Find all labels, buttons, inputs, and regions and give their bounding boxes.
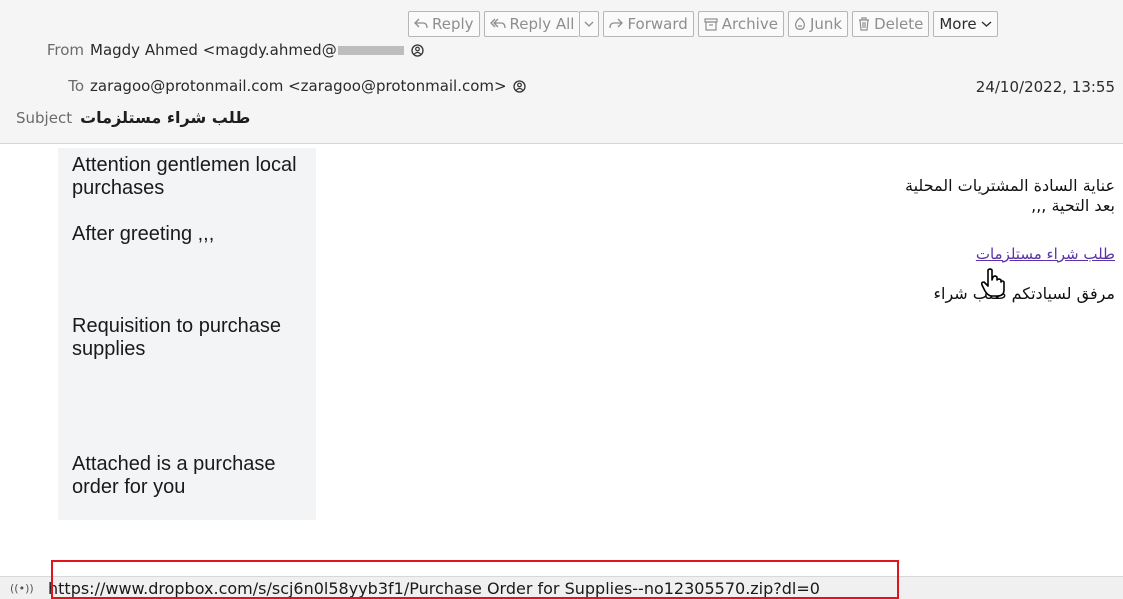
from-row: From Magdy Ahmed <magdy.ahmed@ (0, 41, 424, 59)
junk-button[interactable]: Junk (787, 11, 849, 37)
forward-label: Forward (627, 15, 688, 33)
connection-icon: ((•)) (10, 581, 34, 595)
archive-icon (704, 17, 718, 31)
redaction-bar (337, 45, 404, 55)
subject-row: Subject طلب شراء مستلزمات (16, 108, 250, 127)
chevron-down-icon (981, 21, 991, 27)
archive-label: Archive (721, 15, 778, 33)
reply-icon (414, 18, 428, 29)
message-header: Reply Reply All Forward Archive Junk Del… (0, 0, 1123, 144)
more-button[interactable]: More (933, 11, 998, 37)
forward-icon (609, 18, 624, 29)
body-line: مرفق لسيادتكم طلب شراء (933, 284, 1115, 303)
reply-all-label: Reply All (509, 15, 575, 33)
english-translation-panel: Attention gentlemen local purchases Afte… (58, 148, 316, 520)
contact-icon[interactable] (512, 79, 526, 93)
contact-icon[interactable] (411, 43, 424, 57)
trash-icon (859, 17, 870, 31)
delete-label: Delete (874, 15, 924, 33)
forward-button[interactable]: Forward (603, 11, 694, 37)
to-row: To zaragoo@protonmail.com <zaragoo@proto… (0, 77, 526, 95)
status-bar: ((•)) https://www.dropbox.com/s/scj6n0l5… (0, 576, 1123, 599)
body-line: عناية السادة المشتريات المحلية (904, 176, 1115, 195)
message-date: 24/10/2022, 13:55 (975, 78, 1115, 96)
body-paragraph: After greeting ,,, (72, 223, 215, 245)
from-label: From (46, 41, 84, 59)
junk-label: Junk (809, 15, 843, 33)
reply-all-dropdown-button[interactable] (579, 11, 600, 37)
from-address[interactable]: Magdy Ahmed <magdy.ahmed@ (90, 41, 337, 59)
reply-label: Reply (432, 15, 474, 33)
to-label: To (68, 77, 84, 95)
body-paragraph: Attention gentlemen local purchases (72, 154, 297, 199)
to-address[interactable]: zaragoo@protonmail.com <zaragoo@protonma… (90, 77, 507, 95)
malicious-link[interactable]: طلب شراء مستلزمات (976, 245, 1115, 263)
archive-button[interactable]: Archive (697, 11, 784, 37)
chevron-down-icon (585, 21, 594, 27)
reply-all-button[interactable]: Reply All (483, 11, 580, 37)
body-paragraph: Requisition to purchase supplies (72, 315, 282, 360)
message-toolbar: Reply Reply All Forward Archive Junk Del… (408, 11, 998, 37)
body-line: بعد التحية ,,, (1031, 196, 1115, 215)
reply-button[interactable]: Reply (408, 11, 480, 37)
more-label: More (939, 15, 977, 33)
subject-value: طلب شراء مستلزمات (80, 108, 251, 127)
hand-cursor-icon (980, 268, 1005, 297)
reply-all-icon (489, 18, 506, 29)
junk-icon (794, 17, 805, 30)
subject-label: Subject (16, 108, 73, 127)
link-target-url: https://www.dropbox.com/s/scj6n0l58yyb3f… (48, 578, 820, 598)
delete-button[interactable]: Delete (852, 11, 930, 37)
arabic-message-text: عناية السادة المشتريات المحلية بعد التحي… (775, 176, 1115, 304)
body-paragraph: Attached is a purchase order for you (72, 453, 276, 498)
